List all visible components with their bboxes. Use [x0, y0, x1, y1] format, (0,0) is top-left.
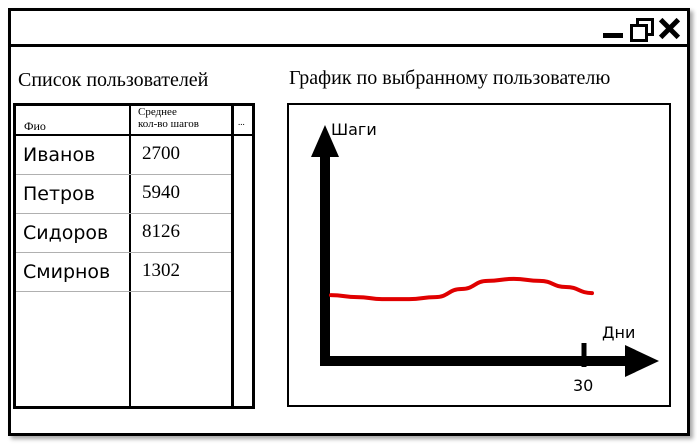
restore-icon[interactable] — [629, 17, 654, 42]
table-row[interactable]: Сидоров 8126 — [16, 214, 231, 252]
row-divider — [16, 291, 231, 292]
x-axis-arrow-icon — [625, 345, 659, 377]
column-header-name[interactable]: Фио — [24, 119, 46, 134]
close-icon[interactable] — [657, 17, 681, 39]
series-line — [329, 276, 594, 302]
user-name: Смирнов — [23, 261, 111, 283]
table-row[interactable]: Смирнов 1302 — [16, 253, 231, 291]
users-list-title: Список пользователей — [18, 69, 209, 91]
column-header-steps-line2: кол-во шагов — [138, 118, 199, 130]
column-header-steps[interactable]: Среднее кол-во шагов — [138, 106, 199, 130]
table-row[interactable]: Петров 5940 — [16, 175, 231, 213]
x-tick-label: 30 — [573, 376, 593, 395]
x-axis-label: Дни — [602, 323, 635, 342]
minimize-icon[interactable] — [601, 17, 625, 39]
chart-panel: 30 Шаги Дни — [287, 103, 671, 407]
table-row[interactable]: Иванов 2700 — [16, 136, 231, 174]
line-chart: 30 Шаги Дни — [311, 120, 659, 395]
column-header-steps-line1: Среднее — [138, 106, 177, 118]
user-avg-steps: 2700 — [142, 143, 180, 164]
column-header-more[interactable]: ... — [238, 117, 245, 127]
user-avg-steps: 5940 — [142, 182, 180, 203]
y-axis-label: Шаги — [331, 120, 377, 139]
user-avg-steps: 1302 — [142, 260, 180, 281]
users-table: Фио Среднее кол-во шагов ... Иванов 2700… — [13, 103, 255, 409]
chart-title: График по выбранному пользователю — [289, 67, 611, 89]
user-name: Сидоров — [23, 222, 109, 244]
user-name: Петров — [23, 183, 95, 205]
column-divider — [231, 106, 234, 406]
title-bar — [11, 11, 687, 47]
user-avg-steps: 8126 — [142, 221, 180, 242]
user-name: Иванов — [23, 144, 96, 166]
